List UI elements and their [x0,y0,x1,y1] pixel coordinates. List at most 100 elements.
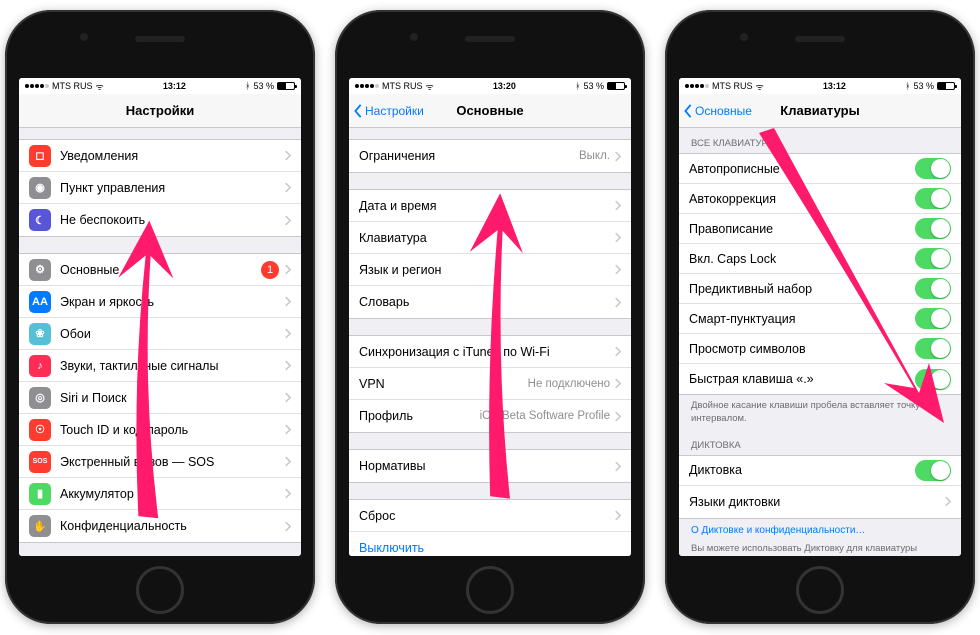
settings-row[interactable]: ПрофильiOS Beta Software Profile [349,400,631,432]
row-label: Язык и регион [359,263,614,277]
chevron-right-icon [284,521,291,532]
chevron-right-icon [284,328,291,339]
wifi-icon: ᯤ [756,80,764,93]
settings-row[interactable]: Нормативы [349,450,631,482]
chevron-right-icon [284,215,291,226]
battery-percent: 53 % [253,81,274,91]
section-footer: Вы можете использовать Диктовку для клав… [679,538,961,556]
page-title: Клавиатуры [780,103,859,118]
settings-row[interactable]: Язык и регион [349,254,631,286]
row-icon: ◉ [29,177,51,199]
chevron-right-icon [614,200,621,211]
toggle-switch[interactable] [915,278,951,299]
carrier-label: MTS RUS [712,81,753,91]
settings-row[interactable]: Дата и время [349,190,631,222]
row-label: Siri и Поиск [60,391,284,405]
settings-row[interactable]: Выключить [349,532,631,556]
settings-row[interactable]: ⚙ Основные1 [19,254,301,286]
row-label: Клавиатура [359,231,614,245]
settings-list[interactable]: ◻Уведомления◉Пункт управления☾Не беспоко… [19,139,301,556]
row-label: Ограничения [359,149,579,163]
phone-frame-3: MTS RUS ᯤ 13:12 ᚼ 53 % Основные Клавиату… [665,10,975,624]
row-detail: Выкл. [579,150,610,162]
settings-row[interactable]: ◉Пункт управления [19,172,301,204]
home-button[interactable] [136,566,184,614]
signal-icon [685,84,709,88]
settings-row: Смарт-пунктуация [679,304,961,334]
row-label: Просмотр символов [689,342,915,356]
general-list[interactable]: ОграниченияВыкл. Дата и время Клавиатура Яз… [349,139,631,556]
chevron-right-icon [614,264,621,275]
toggle-switch[interactable] [915,188,951,209]
row-icon: ▮ [29,483,51,505]
wifi-icon: ᯤ [426,80,434,93]
status-bar: MTS RUS ᯤ 13:20 ᚼ 53 % [349,78,631,94]
settings-row[interactable]: Словарь [349,286,631,318]
chevron-right-icon [614,378,621,389]
settings-row: Автопрописные [679,154,961,184]
toggle-switch[interactable] [915,248,951,269]
row-label: Профиль [359,409,480,423]
row-label: Уведомления [60,149,284,163]
navbar: Настройки [19,94,301,128]
settings-row[interactable]: Синхронизация с iTunes по Wi-Fi [349,336,631,368]
settings-row[interactable]: Языки диктовки [679,486,961,518]
navbar: Основные Клавиатуры [679,94,961,128]
toggle-switch[interactable] [915,338,951,359]
battery-percent: 53 % [913,81,934,91]
row-label: Дата и время [359,199,614,213]
settings-row[interactable]: SOSЭкстренный вызов — SOS [19,446,301,478]
settings-row[interactable]: ❀Обои [19,318,301,350]
chevron-right-icon [944,496,951,507]
toggle-switch[interactable] [915,218,951,239]
settings-row[interactable]: ☾Не беспокоить [19,204,301,236]
toggle-switch[interactable] [915,460,951,481]
back-label: Основные [695,104,752,118]
row-label: Быстрая клавиша «.» [689,372,915,386]
row-icon: ⚙ [29,259,51,281]
toggle-switch[interactable] [915,308,951,329]
chevron-right-icon [284,392,291,403]
privacy-link[interactable]: О Диктовке и конфиденциальности… [679,519,961,538]
toggle-switch[interactable] [915,158,951,179]
home-button[interactable] [796,566,844,614]
back-button[interactable]: Основные [683,104,752,118]
settings-row[interactable]: ✋Конфиденциальность [19,510,301,542]
keyboards-list[interactable]: ВСЕ КЛАВИАТУРЫАвтопрописныеАвтокоррекция… [679,128,961,556]
row-label: Основные [60,263,261,277]
settings-row[interactable]: ОграниченияВыкл. [349,140,631,172]
settings-row[interactable]: ▮Аккумулятор [19,478,301,510]
settings-row[interactable]: ♪ Звуки, тактильные сигналы [19,350,301,382]
carrier-label: MTS RUS [52,81,93,91]
chevron-right-icon [284,182,291,193]
row-detail: iOS Beta Software Profile [480,410,610,422]
settings-row[interactable]: ◻Уведомления [19,140,301,172]
row-label: Автопрописные [689,162,915,176]
settings-row[interactable]: Клавиатура [349,222,631,254]
chevron-right-icon [614,151,621,162]
chevron-right-icon [284,360,291,371]
row-label: Звуки, тактильные сигналы [60,359,284,373]
row-label: Экстренный вызов — SOS [60,455,284,469]
toggle-switch[interactable] [915,369,951,390]
back-button[interactable]: Настройки [353,104,424,118]
chevron-right-icon [614,411,621,422]
row-label: Смарт-пунктуация [689,312,915,326]
battery-icon [937,82,955,90]
settings-row: Предиктивный набор [679,274,961,304]
badge: 1 [261,261,279,279]
row-detail: Не подключено [528,378,610,390]
settings-row[interactable]: AAЭкран и яркость [19,286,301,318]
home-button[interactable] [466,566,514,614]
chevron-right-icon [284,488,291,499]
settings-row[interactable]: ◎Siri и Поиск [19,382,301,414]
clock: 13:12 [163,81,186,91]
settings-row[interactable]: VPNНе подключено [349,368,631,400]
wifi-icon: ᯤ [96,80,104,93]
row-icon: ♪ [29,355,51,377]
settings-row[interactable]: Сброс [349,500,631,532]
settings-row: Правописание [679,214,961,244]
chevron-right-icon [614,510,621,521]
settings-row[interactable]: ☉Touch ID и код-пароль [19,414,301,446]
screen-1: MTS RUS ᯤ 13:12 ᚼ 53 % Настройки ◻Уведом… [19,78,301,556]
